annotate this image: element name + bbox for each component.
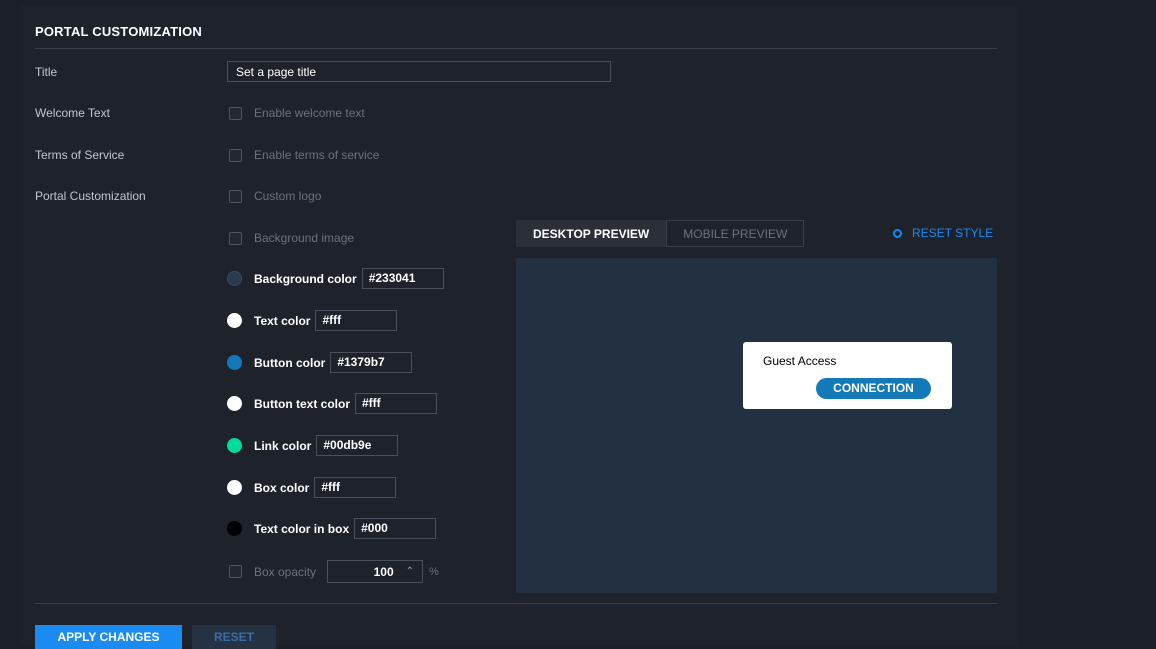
- terms-of-service-label: Terms of Service: [35, 148, 125, 162]
- title-label: Title: [35, 65, 58, 79]
- box-opacity-checkbox[interactable]: [229, 565, 242, 578]
- apply-changes-button[interactable]: APPLY CHANGES: [35, 625, 182, 649]
- terms-checkbox[interactable]: [229, 148, 242, 162]
- welcome-text-label: Welcome Text: [35, 106, 110, 120]
- portal-customization-label: Portal Customization: [35, 189, 146, 203]
- terms-checkbox-label: Enable terms of service: [254, 148, 380, 162]
- box-opacity-row: Box opacity 100 ⌃ %: [229, 560, 439, 583]
- box-text-color-input[interactable]: #000: [354, 518, 437, 539]
- background-color-input[interactable]: #233041: [361, 268, 444, 289]
- text-color-label: Text color: [254, 313, 311, 328]
- welcome-text-option[interactable]: Enable welcome text: [229, 106, 365, 120]
- divider-top: [35, 48, 997, 49]
- preview-tabs: DESKTOP PREVIEW MOBILE PREVIEW: [516, 220, 805, 247]
- text-color-input[interactable]: #fff: [315, 310, 398, 331]
- box-color-row: Box color #fff: [227, 477, 397, 498]
- button-text-color-swatch[interactable]: [227, 396, 242, 411]
- reset-style-button[interactable]: RESET STYLE: [893, 226, 993, 240]
- tab-desktop-preview[interactable]: DESKTOP PREVIEW: [516, 220, 667, 247]
- link-color-row: Link color #00db9e: [227, 435, 399, 456]
- link-color-label: Link color: [254, 438, 312, 453]
- link-color-input[interactable]: #00db9e: [316, 435, 399, 456]
- guest-access-box: Guest Access CONNECTION: [743, 342, 952, 409]
- divider-bottom: [35, 603, 997, 604]
- connection-button[interactable]: CONNECTION: [816, 378, 931, 399]
- welcome-text-checkbox-label: Enable welcome text: [254, 106, 365, 120]
- background-color-row: Background color #233041: [227, 268, 444, 289]
- background-color-label: Background color: [254, 271, 357, 286]
- button-color-row: Button color #1379b7: [227, 352, 413, 373]
- button-color-input[interactable]: #1379b7: [330, 352, 413, 373]
- box-opacity-label: Box opacity: [254, 564, 317, 579]
- terms-option[interactable]: Enable terms of service: [229, 148, 379, 162]
- box-opacity-value: 100: [373, 564, 394, 579]
- box-color-swatch[interactable]: [227, 480, 242, 495]
- background-image-option[interactable]: Background image: [229, 231, 354, 245]
- section-title: PORTAL CUSTOMIZATION: [35, 24, 202, 39]
- button-text-color-input[interactable]: #fff: [355, 393, 437, 414]
- button-color-swatch[interactable]: [227, 355, 242, 370]
- box-text-color-swatch[interactable]: [227, 521, 242, 536]
- box-opacity-stepper[interactable]: 100 ⌃: [327, 560, 424, 583]
- welcome-text-checkbox[interactable]: [229, 106, 242, 120]
- refresh-icon: [893, 228, 902, 238]
- custom-logo-option[interactable]: Custom logo: [229, 189, 321, 203]
- background-image-checkbox[interactable]: [229, 231, 242, 245]
- guest-access-title: Guest Access: [763, 354, 837, 368]
- box-color-label: Box color: [254, 480, 310, 495]
- button-text-color-row: Button text color #fff: [227, 393, 437, 414]
- button-text-color-label: Button text color: [254, 396, 350, 411]
- reset-style-label: RESET STYLE: [912, 226, 994, 240]
- box-text-color-label: Text color in box: [254, 521, 350, 536]
- tab-mobile-preview[interactable]: MOBILE PREVIEW: [666, 220, 805, 247]
- button-color-label: Button color: [254, 355, 326, 370]
- box-color-input[interactable]: #fff: [314, 477, 397, 498]
- chevron-up-icon[interactable]: ⌃: [406, 566, 414, 577]
- text-color-swatch[interactable]: [227, 313, 242, 328]
- link-color-swatch[interactable]: [227, 438, 242, 453]
- reset-button[interactable]: RESET: [192, 625, 276, 649]
- custom-logo-label: Custom logo: [254, 189, 322, 203]
- background-image-label: Background image: [254, 231, 355, 245]
- text-color-row: Text color #fff: [227, 310, 398, 331]
- custom-logo-checkbox[interactable]: [229, 189, 242, 203]
- page-title-input[interactable]: [227, 61, 611, 82]
- background-color-swatch[interactable]: [227, 271, 242, 286]
- desktop-preview-area: Guest Access CONNECTION: [516, 258, 997, 593]
- percent-unit: %: [429, 565, 439, 578]
- box-text-color-row: Text color in box #000: [227, 518, 437, 539]
